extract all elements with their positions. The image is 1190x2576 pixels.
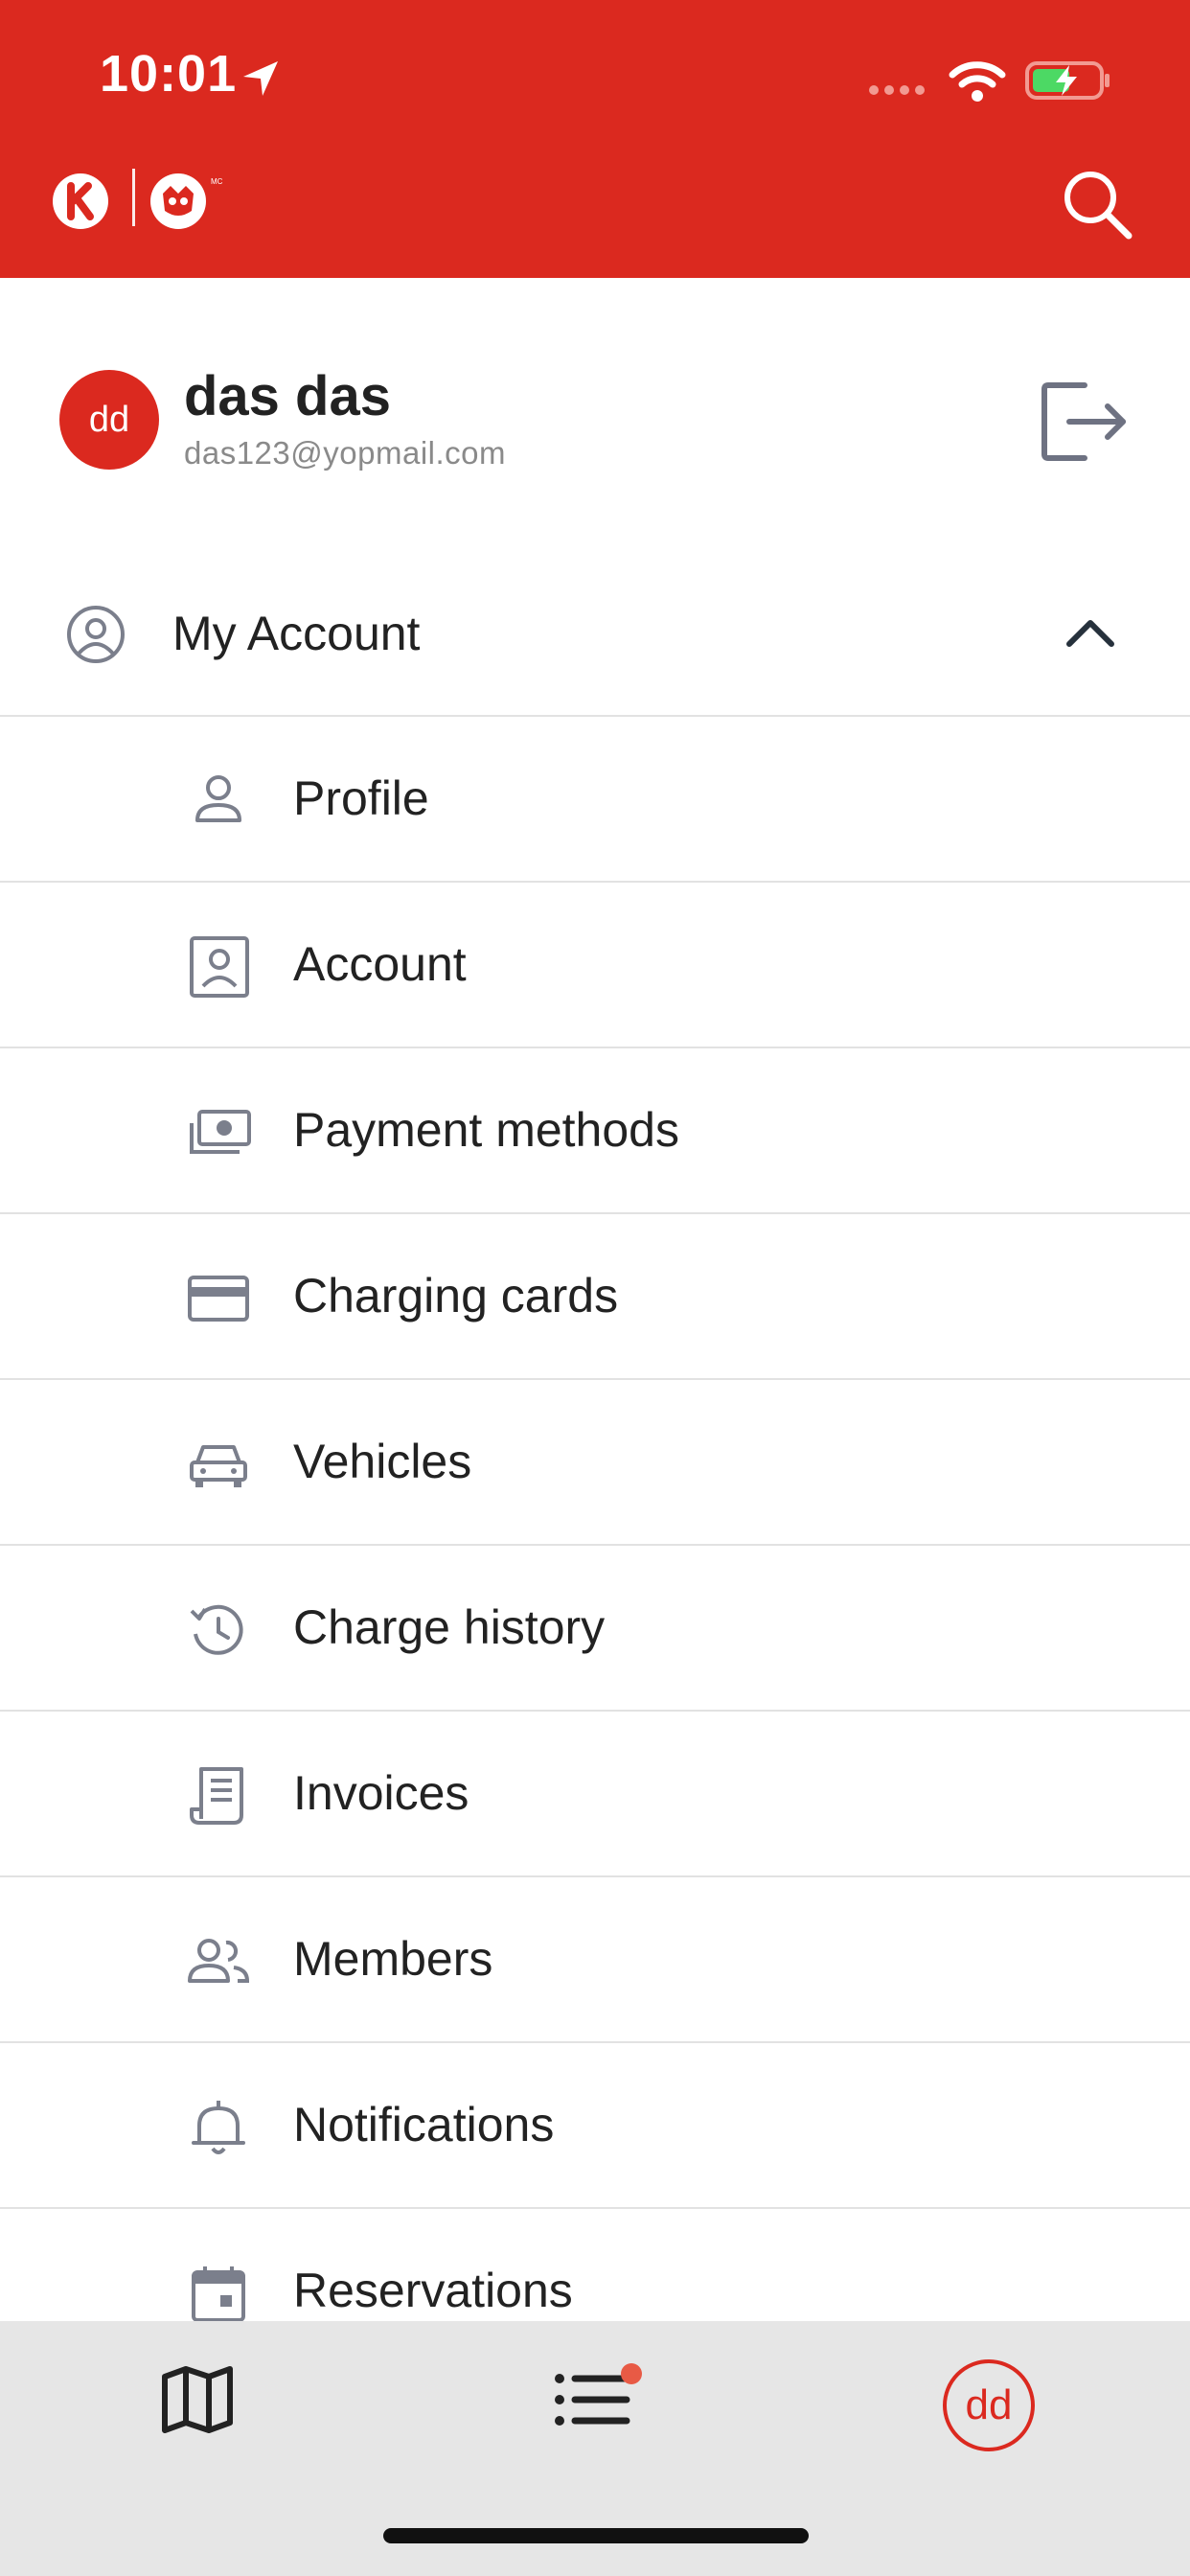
wifi-icon — [949, 59, 1006, 104]
menu-label-members: Members — [293, 1932, 493, 1986]
group-icon — [184, 1931, 253, 1992]
svg-text:MC: MC — [211, 177, 222, 186]
person-icon — [184, 770, 253, 832]
receipt-icon — [184, 1765, 253, 1827]
menu-item-notifications[interactable]: Notifications — [0, 2043, 1190, 2209]
location-arrow-icon — [240, 58, 282, 100]
menu-label-profile: Profile — [293, 771, 429, 825]
menu-item-account[interactable]: Account — [0, 883, 1190, 1048]
chevron-up-icon — [1065, 615, 1115, 650]
menu-label-charging-cards: Charging cards — [293, 1269, 619, 1322]
logout-icon — [1041, 382, 1126, 461]
search-icon — [1064, 172, 1133, 240]
tab-map[interactable] — [161, 2365, 234, 2434]
menu-item-payment-methods[interactable]: Payment methods — [0, 1048, 1190, 1214]
my-account-section-toggle[interactable]: My Account — [0, 556, 1190, 717]
calendar-icon — [184, 2263, 253, 2324]
account-menu: Profile Account Payment methods Charging… — [0, 717, 1190, 2375]
menu-label-payment-methods: Payment methods — [293, 1103, 679, 1157]
menu-item-members[interactable]: Members — [0, 1877, 1190, 2043]
bell-icon — [184, 2097, 253, 2158]
home-indicator — [383, 2528, 809, 2543]
notification-dot — [621, 2363, 642, 2384]
cellular-signal-icon — [868, 84, 929, 96]
tab-profile[interactable]: dd — [943, 2359, 1035, 2451]
menu-label-charge-history: Charge history — [293, 1600, 606, 1654]
logout-button[interactable] — [1035, 374, 1131, 470]
brand-mascot-logo: MC — [149, 172, 222, 230]
menu-item-charging-cards[interactable]: Charging cards — [0, 1214, 1190, 1380]
user-circle-icon — [65, 604, 126, 665]
menu-item-vehicles[interactable]: Vehicles — [0, 1380, 1190, 1546]
menu-item-profile[interactable]: Profile — [0, 717, 1190, 883]
menu-label-reservations: Reservations — [293, 2264, 573, 2317]
section-label: My Account — [172, 607, 421, 660]
cash-icon — [184, 1102, 253, 1163]
search-button[interactable] — [1058, 165, 1138, 245]
menu-item-invoices[interactable]: Invoices — [0, 1712, 1190, 1877]
history-icon — [184, 1599, 253, 1661]
menu-label-account: Account — [293, 937, 467, 991]
menu-label-invoices: Invoices — [293, 1766, 469, 1820]
car-icon — [184, 1434, 253, 1495]
map-icon — [162, 2366, 233, 2433]
status-time: 10:01 — [100, 45, 238, 103]
avatar[interactable]: dd — [59, 370, 159, 470]
account-portrait-icon — [184, 936, 253, 998]
user-profile-header: dd das das das123@yopmail.com — [0, 278, 1190, 556]
menu-label-notifications: Notifications — [293, 2098, 555, 2151]
app-header: 10:01 MC — [0, 0, 1190, 278]
battery-icon — [1025, 59, 1111, 102]
menu-label-vehicles: Vehicles — [293, 1435, 472, 1488]
card-icon — [184, 1268, 253, 1329]
menu-item-charge-history[interactable]: Charge history — [0, 1546, 1190, 1712]
user-name: das das — [184, 365, 391, 427]
logo-divider — [132, 169, 135, 226]
user-email: das123@yopmail.com — [184, 435, 506, 471]
brand-k-logo — [52, 172, 113, 230]
